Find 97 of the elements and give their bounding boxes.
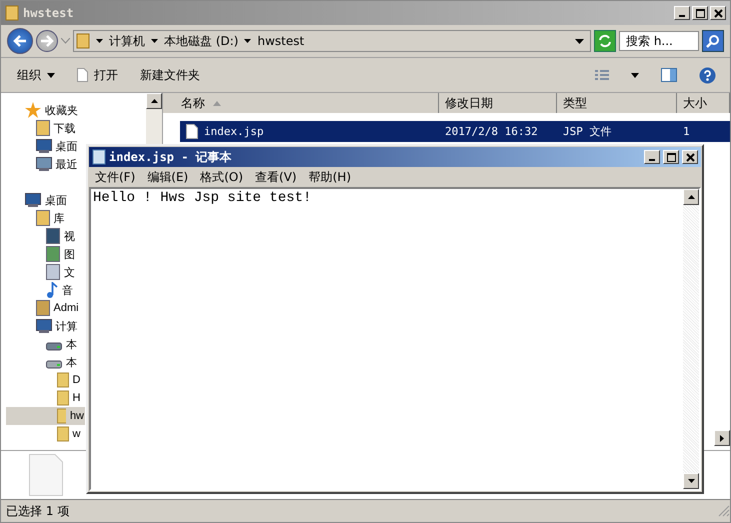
close-icon xyxy=(686,152,694,162)
tree-item[interactable]: 桌面 xyxy=(6,137,78,155)
file-icon xyxy=(29,454,63,496)
scroll-down-button[interactable] xyxy=(683,473,699,489)
folder-icon xyxy=(56,372,68,388)
column-header[interactable]: 修改日期 xyxy=(439,93,557,113)
organize-menu[interactable]: 组织 xyxy=(17,66,55,84)
refresh-icon xyxy=(598,34,612,48)
up-arrow-icon xyxy=(150,99,158,103)
up-arrow-icon xyxy=(688,195,694,199)
menu-item[interactable]: 文件(F) xyxy=(95,168,136,186)
tree-item[interactable]: 音 xyxy=(6,281,74,299)
tree-item[interactable]: D xyxy=(6,371,82,389)
scroll-right-button[interactable] xyxy=(714,430,730,446)
maximize-icon xyxy=(696,8,704,18)
file-icon xyxy=(36,210,50,226)
folder-icon xyxy=(56,390,68,406)
monitor-icon xyxy=(36,319,52,333)
tree-item[interactable]: 计算 xyxy=(6,317,78,335)
status-text: 已选择 1 项 xyxy=(6,502,70,520)
close-button[interactable] xyxy=(710,6,726,20)
breadcrumb-item[interactable]: hwstest xyxy=(257,34,304,48)
file-icon xyxy=(46,246,60,262)
tree-item[interactable]: 库 xyxy=(6,209,66,227)
tree-item[interactable]: H xyxy=(6,389,82,407)
tree-item[interactable]: 文 xyxy=(6,263,76,281)
file-row[interactable]: index.jsp 2017/2/8 16:32 JSP 文件 1 xyxy=(180,121,730,142)
caret-icon xyxy=(47,72,55,78)
tree-item[interactable]: 图 xyxy=(6,245,76,263)
music-note-icon xyxy=(46,282,58,298)
window-title: index.jsp - 记事本 xyxy=(109,148,232,166)
monitor-icon xyxy=(36,139,52,153)
tree-item[interactable]: w xyxy=(6,425,82,443)
breadcrumb-item[interactable]: 计算机 xyxy=(109,32,145,50)
address-bar[interactable]: 计算机 本地磁盘 (D:) hwstest xyxy=(73,30,591,52)
folder-icon xyxy=(76,33,90,49)
scroll-up-button[interactable] xyxy=(683,189,699,205)
star-icon xyxy=(25,102,41,118)
tree-item[interactable]: 本 xyxy=(6,353,78,371)
column-header[interactable]: 大小 xyxy=(677,93,730,113)
folder-icon xyxy=(5,5,19,21)
breadcrumb-item[interactable]: 本地磁盘 (D:) xyxy=(164,32,238,50)
caret-icon[interactable] xyxy=(575,38,584,44)
notepad-icon xyxy=(92,149,106,165)
tree-item[interactable]: hw xyxy=(6,407,85,425)
column-header[interactable]: 类型 xyxy=(557,93,677,113)
close-button[interactable] xyxy=(682,150,698,164)
menu-item[interactable]: 查看(V) xyxy=(255,168,297,186)
window-title: hwstest xyxy=(23,6,74,20)
tree-item[interactable]: Admi xyxy=(6,299,80,317)
tree-item[interactable]: 视 xyxy=(6,227,76,245)
maximize-icon xyxy=(666,152,676,162)
menu-item[interactable]: 格式(O) xyxy=(200,168,244,186)
search-icon xyxy=(706,34,720,48)
right-arrow-icon xyxy=(720,434,724,442)
minimize-button[interactable] xyxy=(644,150,660,164)
monitor-icon xyxy=(36,157,52,171)
maximize-button[interactable] xyxy=(692,6,708,20)
right-arrow-icon xyxy=(40,35,54,47)
caret-icon[interactable] xyxy=(151,39,158,43)
file-icon xyxy=(36,300,50,316)
search-button[interactable] xyxy=(702,30,724,52)
file-icon xyxy=(36,120,50,136)
file-icon xyxy=(186,124,198,139)
column-header[interactable]: 名称 xyxy=(163,93,439,113)
file-icon xyxy=(77,68,88,82)
caret-icon[interactable] xyxy=(244,39,252,43)
toolbar-button[interactable]: 新建文件夹 xyxy=(140,66,200,84)
menu-item[interactable]: 帮助(H) xyxy=(308,168,351,186)
caret-icon[interactable] xyxy=(631,72,639,78)
tree-item[interactable]: 下载 xyxy=(6,119,76,137)
help-icon[interactable] xyxy=(699,66,716,84)
scroll-up-button[interactable] xyxy=(146,93,162,109)
monitor-icon xyxy=(25,193,41,207)
open-button[interactable]: 打开 xyxy=(77,66,118,84)
caret-icon[interactable] xyxy=(96,39,103,43)
tree-item[interactable]: 本 xyxy=(6,335,78,353)
menu-item[interactable]: 编辑(E) xyxy=(147,168,188,186)
file-icon xyxy=(46,228,60,244)
tree-item[interactable]: 收藏夹 xyxy=(6,101,79,119)
sort-arrow-icon xyxy=(213,100,221,106)
tree-item[interactable]: 最近 xyxy=(6,155,78,173)
tree-item[interactable]: 桌面 xyxy=(6,191,68,209)
preview-pane-icon[interactable] xyxy=(661,68,677,82)
search-field[interactable]: 搜索 h... xyxy=(619,31,699,51)
down-arrow-icon xyxy=(688,479,694,483)
file-icon xyxy=(46,264,60,280)
close-icon xyxy=(714,8,722,18)
maximize-button[interactable] xyxy=(663,150,679,164)
left-arrow-icon xyxy=(13,35,27,47)
forward-button[interactable] xyxy=(36,30,58,52)
back-button[interactable] xyxy=(7,28,33,54)
folder-icon xyxy=(56,426,68,442)
folder-icon xyxy=(56,408,66,424)
refresh-button[interactable] xyxy=(594,30,616,52)
minimize-button[interactable] xyxy=(674,6,690,20)
resize-grip-icon[interactable] xyxy=(718,505,730,517)
